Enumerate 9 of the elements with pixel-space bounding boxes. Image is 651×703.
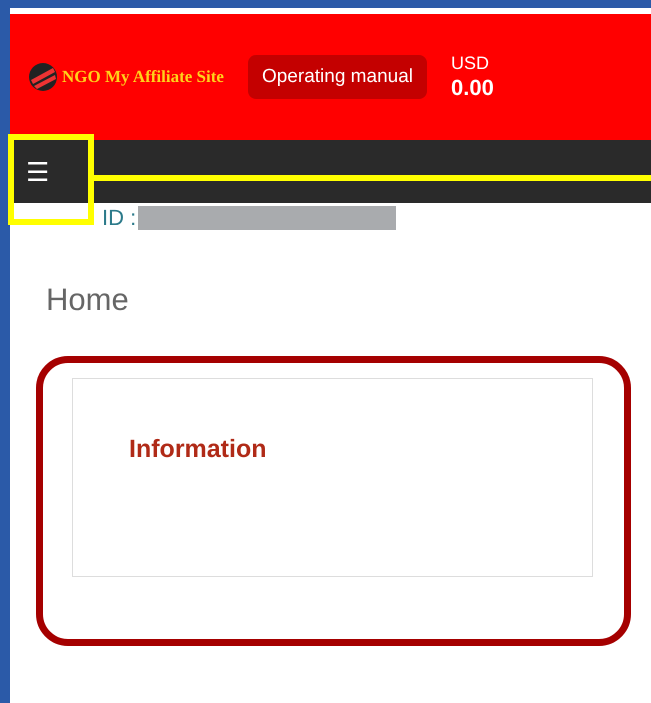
currency-label: USD [451,53,490,75]
globe-logo-icon [28,62,58,92]
account-id-label: ID : [102,204,136,232]
page-title: Home [45,281,130,318]
card-title: Information [129,434,268,466]
menu-button[interactable]: ☰ [22,158,53,184]
site-logo-text: NGO My Affiliate Site [62,66,224,88]
balance-amount: 0.00 [451,74,494,101]
operating-manual-button[interactable]: Operating manual [248,54,427,100]
